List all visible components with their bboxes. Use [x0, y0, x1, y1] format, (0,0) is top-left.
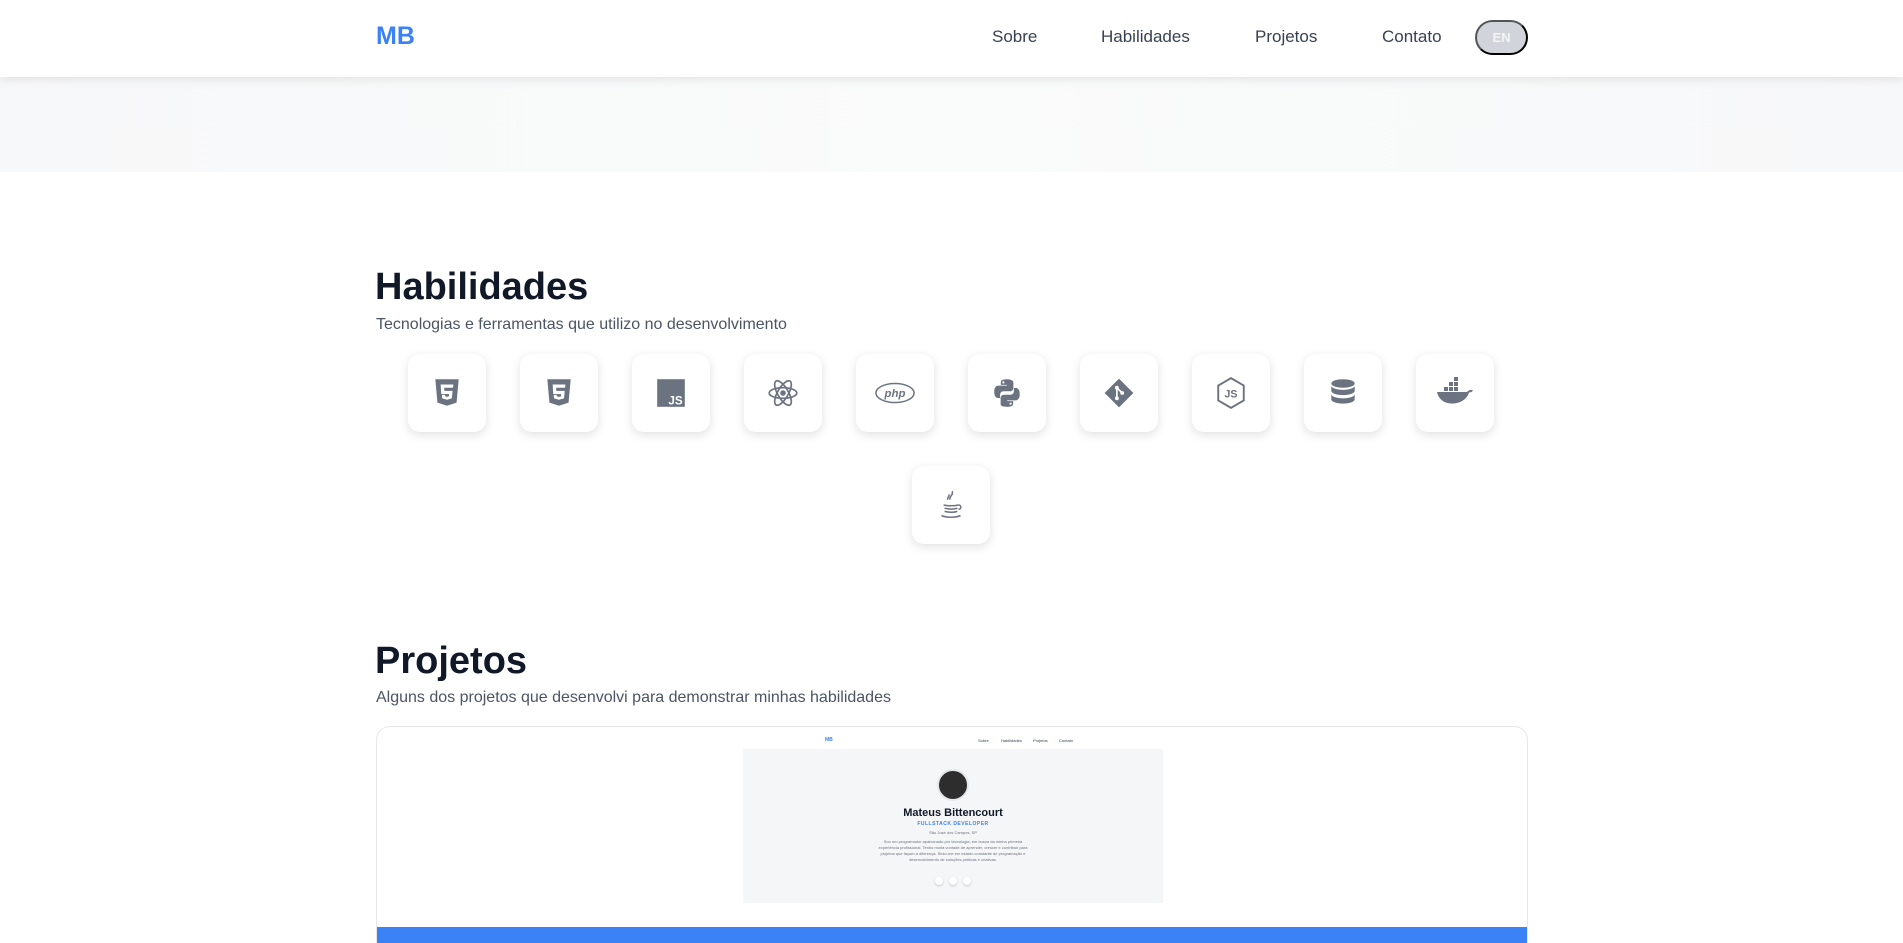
preview-nav-link: Habilidades	[1001, 738, 1022, 743]
skill-card-java[interactable]	[912, 466, 990, 544]
database-icon	[1331, 379, 1355, 404]
nodejs-icon: JS	[1217, 377, 1245, 409]
preview-location: São José dos Campos, SP	[929, 830, 977, 835]
python-icon	[994, 379, 1020, 407]
preview-nav-link: Contato	[1059, 738, 1074, 743]
skill-card-database[interactable]	[1304, 354, 1382, 432]
preview-social-icon	[935, 877, 943, 885]
skills-title: Habilidades	[375, 266, 589, 308]
preview-nav-link: Projetos	[1033, 738, 1048, 743]
preview-bio: Sou um programador apaixonado por tecnol…	[878, 839, 1028, 862]
skill-card-react[interactable]	[744, 354, 822, 432]
nav-link-sobre[interactable]: Sobre	[992, 27, 1037, 47]
projects-subtitle: Alguns dos projetos que desenvolvi para …	[376, 689, 891, 706]
java-icon	[941, 490, 962, 518]
preview-nav-link: Sobre	[978, 738, 989, 743]
nav-link-contato[interactable]: Contato	[1382, 27, 1442, 47]
preview-logo: MB	[825, 737, 833, 743]
skill-card-html5[interactable]	[408, 354, 486, 432]
project-card[interactable]: MB Sobre Habilidades Projetos Contato Ma…	[376, 726, 1528, 943]
preview-social-icon	[963, 877, 971, 885]
svg-text:JS: JS	[1225, 388, 1238, 400]
react-icon	[768, 379, 798, 407]
svg-text:php: php	[884, 388, 906, 400]
nav-link-projetos[interactable]: Projetos	[1255, 27, 1317, 47]
html5-icon	[435, 379, 459, 406]
php-icon: php	[875, 382, 915, 404]
skill-card-javascript[interactable]: JS	[632, 354, 710, 432]
project-card-footer-bar	[377, 927, 1527, 943]
skill-card-php[interactable]: php	[856, 354, 934, 432]
skill-card-git[interactable]	[1080, 354, 1158, 432]
preview-role: FULLSTACK DEVELOPER	[917, 821, 989, 827]
preview-navbar: MB Sobre Habilidades Projetos Contato	[743, 737, 1163, 749]
projects-title: Projetos	[375, 640, 528, 682]
preview-name: Mateus Bittencourt	[903, 807, 1003, 819]
avatar	[937, 769, 969, 801]
skills-subtitle: Tecnologias e ferramentas que utilizo no…	[376, 316, 787, 333]
preview-hero: Mateus Bittencourt FULLSTACK DEVELOPER S…	[743, 749, 1163, 903]
javascript-icon: JS	[657, 379, 685, 408]
skill-card-docker[interactable]	[1416, 354, 1494, 432]
preview-social-icon	[949, 877, 957, 885]
language-toggle-button[interactable]: EN	[1475, 20, 1528, 55]
nav-link-habilidades[interactable]: Habilidades	[1101, 27, 1190, 47]
skill-card-python[interactable]	[968, 354, 1046, 432]
git-icon	[1104, 378, 1134, 408]
docker-icon	[1437, 377, 1473, 404]
navbar: MB Sobre Habilidades Projetos Contato EN	[0, 0, 1903, 77]
project-preview-image: MB Sobre Habilidades Projetos Contato Ma…	[743, 737, 1163, 907]
skill-card-css3[interactable]	[520, 354, 598, 432]
logo[interactable]: MB	[376, 22, 415, 51]
svg-text:JS: JS	[668, 395, 682, 408]
skill-card-nodejs[interactable]: JS	[1192, 354, 1270, 432]
css3-icon	[547, 379, 571, 406]
